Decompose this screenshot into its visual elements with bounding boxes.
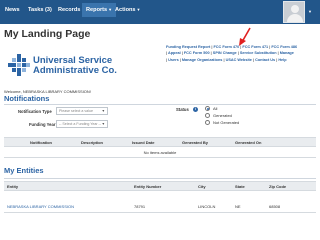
chevron-down-icon: ▼ [136, 7, 141, 12]
quick-link[interactable]: Funding Request Report [166, 45, 210, 49]
nav-news-label: News [5, 7, 20, 13]
nav-tasks-label: Tasks (3) [28, 7, 52, 13]
funding-year-select[interactable]: -- Select a Funding Year -- ▼ [56, 120, 108, 128]
status-radio-generated[interactable] [205, 113, 210, 118]
entity-city-cell: LINCOLN [198, 204, 216, 209]
quick-link-separator: | [237, 51, 239, 56]
avatar-head [291, 5, 299, 13]
entities-heading: My Entities [4, 166, 44, 175]
column-header-generated-by[interactable]: Generated By [182, 140, 208, 145]
notifications-table-header: Notification Description Issued Date Gen… [4, 137, 316, 147]
column-header-notification[interactable]: Notification [30, 140, 52, 145]
nav-records-label: Records [58, 7, 81, 13]
notification-type-select[interactable]: Please select a value ▼ [56, 107, 108, 115]
quick-link[interactable]: Help [278, 58, 286, 62]
column-header-issued-date[interactable]: Issued Date [132, 140, 154, 145]
status-radio-generated-label: Generated [213, 113, 232, 118]
quick-link[interactable]: FCC Form 500 [184, 51, 210, 55]
quick-link[interactable]: Users [168, 58, 179, 62]
column-header-generated-on[interactable]: Generated On [235, 140, 261, 145]
page-title: My Landing Page [4, 28, 91, 40]
quick-links: Funding Request Report | FCC Form 470 | … [166, 44, 318, 63]
quick-link-separator: | [223, 57, 225, 62]
entity-state-cell: NE [235, 204, 241, 209]
funding-year-label: Funding Year [29, 122, 56, 127]
status-radio-not-generated-label: Not Generated [213, 120, 240, 125]
table-row: NEBRASKA LIBRARY COMMISSION 78791 LINCOL… [4, 202, 316, 213]
quick-link[interactable]: Manage [280, 51, 294, 55]
quick-link[interactable]: Appeal [168, 51, 181, 55]
nav-actions-label: Actions [115, 7, 136, 13]
quick-link-separator: | [166, 57, 168, 62]
quick-link[interactable]: FCC Form 486 [271, 45, 297, 49]
quick-links-line: | Users | Manage Organizations | USAC We… [166, 57, 318, 63]
quick-link-separator: | [179, 57, 181, 62]
column-header-state[interactable]: State [235, 184, 245, 189]
entities-table-header: Entity Entity Number City State Zip Code [4, 181, 316, 191]
notifications-heading: Notifications [4, 94, 50, 103]
quick-link[interactable]: USAC Website [226, 58, 252, 62]
usac-logo-icon [8, 54, 30, 76]
status-radio-all-label: All [213, 106, 218, 111]
quick-link-separator: | [210, 51, 212, 56]
entity-number-cell: 78791 [134, 204, 146, 209]
entity-name-link[interactable]: NEBRASKA LIBRARY COMMISSION [7, 204, 74, 209]
top-navigation-bar: News Tasks (3) Records▼ Reports▼ Actions… [0, 0, 320, 24]
notification-type-label: Notification Type [18, 109, 52, 114]
info-icon[interactable]: i [193, 107, 198, 112]
entities-divider [4, 178, 316, 179]
nav-actions[interactable]: Actions▼ [115, 7, 140, 19]
quick-link[interactable]: SPIN Change [213, 51, 237, 55]
quick-link[interactable]: FCC Form 471 [242, 45, 268, 49]
chevron-down-icon: ▼ [101, 109, 105, 113]
quick-link-separator: | [277, 51, 279, 56]
user-avatar-icon[interactable] [283, 1, 305, 23]
quick-link-separator: | [181, 51, 183, 56]
nav-reports[interactable]: Reports▼ [82, 3, 117, 17]
nav-reports-label: Reports [86, 7, 108, 13]
status-label: Status [176, 107, 189, 112]
quick-link-separator: | [166, 51, 168, 56]
notification-type-placeholder: Please select a value [59, 109, 93, 113]
chevron-down-icon: ▼ [101, 122, 105, 126]
status-radio-all[interactable] [205, 106, 210, 111]
funding-year-placeholder: -- Select a Funding Year -- [59, 122, 101, 126]
column-header-description[interactable]: Description [81, 140, 103, 145]
quick-link[interactable]: Service Substitution [240, 51, 277, 55]
usac-logo-text: Universal Service Administrative Co. [33, 56, 117, 76]
column-header-entity[interactable]: Entity [7, 184, 18, 189]
column-header-city[interactable]: City [198, 184, 206, 189]
avatar-body [287, 14, 303, 22]
quick-link[interactable]: Contact Us [255, 58, 275, 62]
logo-line-2: Administrative Co. [33, 65, 117, 76]
quick-link[interactable]: FCC Form 470 [213, 45, 239, 49]
nav-news[interactable]: News [5, 7, 20, 19]
nav-tasks[interactable]: Tasks (3) [28, 7, 52, 19]
entity-zip-cell: 68508 [269, 204, 281, 209]
quick-link-separator: | [252, 57, 255, 62]
profile-menu-chevron-icon[interactable]: ▼ [308, 9, 312, 14]
column-header-zip-code[interactable]: Zip Code [269, 184, 286, 189]
quick-link[interactable]: Manage Organizations [182, 58, 223, 62]
status-radio-not-generated[interactable] [205, 120, 210, 125]
column-header-entity-number[interactable]: Entity Number [134, 184, 161, 189]
notifications-empty-message: No items available [4, 148, 316, 158]
notifications-divider [4, 104, 316, 105]
chevron-down-icon: ▼ [108, 7, 113, 12]
